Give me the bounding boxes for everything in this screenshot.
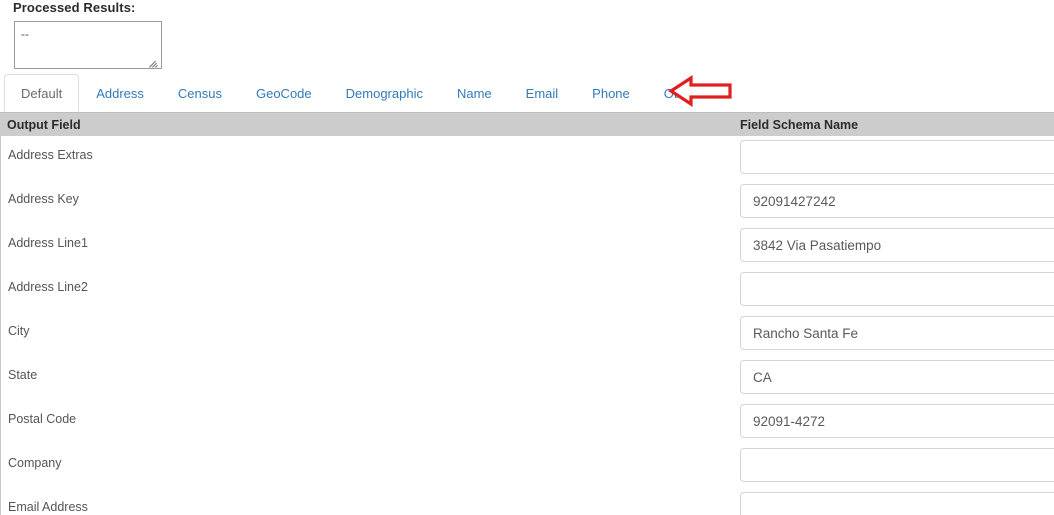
tab-name[interactable]: Name: [440, 74, 509, 112]
table-row: Address Key: [1, 180, 1054, 224]
field-schema-name-input[interactable]: [740, 184, 1054, 218]
output-field-label: Postal Code: [8, 412, 76, 426]
table-header-row: Output Field Field Schema Name: [0, 112, 1054, 136]
output-field-label: Company: [8, 456, 62, 470]
table-row: State: [1, 356, 1054, 400]
processed-results-label: Processed Results:: [13, 0, 135, 15]
tab-address[interactable]: Address: [79, 74, 161, 112]
processed-results-textarea[interactable]: --: [14, 21, 162, 69]
column-header-output-field: Output Field: [7, 113, 81, 137]
table-row: Company: [1, 444, 1054, 488]
output-field-label: Address Key: [8, 192, 79, 206]
output-field-label: City: [8, 324, 30, 338]
table-row: City: [1, 312, 1054, 356]
table-body: Address Extras Address Key Address Line1 Ad…: [0, 136, 1054, 515]
tab-demographic[interactable]: Demographic: [329, 74, 440, 112]
tab-bar: DefaultAddressCensusGeoCodeDemographicNa…: [4, 74, 713, 112]
field-schema-name-input[interactable]: [740, 448, 1054, 482]
output-field-label: Address Extras: [8, 148, 93, 162]
output-field-label: Address Line2: [8, 280, 88, 294]
field-schema-name-input[interactable]: [740, 360, 1054, 394]
field-schema-name-input[interactable]: [740, 492, 1054, 515]
tab-default[interactable]: Default: [4, 74, 79, 112]
tab-census[interactable]: Census: [161, 74, 239, 112]
table-row: Address Line2: [1, 268, 1054, 312]
tab-email[interactable]: Email: [509, 74, 576, 112]
field-schema-name-input[interactable]: [740, 316, 1054, 350]
output-field-label: State: [8, 368, 37, 382]
output-field-label: Email Address: [8, 500, 88, 514]
field-schema-name-input[interactable]: [740, 140, 1054, 174]
field-schema-name-input[interactable]: [740, 228, 1054, 262]
table-row: Postal Code: [1, 400, 1054, 444]
output-fields-table: Output Field Field Schema Name Address E…: [0, 112, 1054, 515]
tab-phone[interactable]: Phone: [575, 74, 647, 112]
page-root: Processed Results: -- DefaultAddressCens…: [0, 0, 1054, 515]
table-row: Address Line1: [1, 224, 1054, 268]
tab-other[interactable]: Other: [647, 74, 714, 112]
field-schema-name-input[interactable]: [740, 404, 1054, 438]
field-schema-name-input[interactable]: [740, 272, 1054, 306]
column-header-field-schema-name: Field Schema Name: [740, 113, 858, 137]
table-row: Address Extras: [1, 136, 1054, 180]
tab-geocode[interactable]: GeoCode: [239, 74, 329, 112]
output-field-label: Address Line1: [8, 236, 88, 250]
table-row: Email Address: [1, 488, 1054, 515]
